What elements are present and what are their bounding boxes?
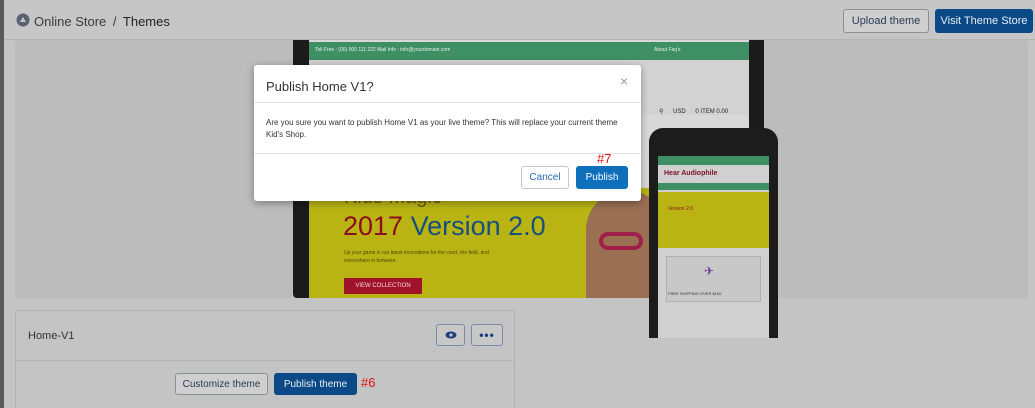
dialog-divider-bottom bbox=[254, 153, 641, 154]
site-topbar: Toll Free : (00) 000 111 222 Mail Info :… bbox=[309, 42, 749, 60]
dialog-message: Are you sure you want to publish Home V1… bbox=[266, 118, 618, 139]
site-header-icons: ⚲ USD 0 ITEM 0.00 bbox=[659, 108, 728, 115]
hero-year: 2017 bbox=[343, 211, 404, 241]
annotation-step-7: #7 bbox=[597, 151, 612, 166]
currency-label: USD bbox=[673, 109, 686, 115]
visit-theme-store-button[interactable]: Visit Theme Store bbox=[935, 9, 1033, 33]
card-divider bbox=[16, 360, 514, 361]
hero-title: 2017 Version 2.0 bbox=[343, 211, 546, 242]
phone-shipping-text: FREE SHIPPING OVER $150 bbox=[668, 291, 722, 296]
theme-name: Home-V1 bbox=[28, 330, 75, 342]
hero-version: Version 2.0 bbox=[410, 211, 546, 241]
publish-theme-button[interactable]: Publish theme bbox=[274, 373, 357, 395]
hero-image-glasses bbox=[599, 232, 643, 250]
breadcrumb: Online Store / Themes bbox=[34, 14, 170, 29]
upload-theme-button[interactable]: Upload theme bbox=[843, 9, 929, 33]
breadcrumb-parent[interactable]: Online Store bbox=[34, 14, 106, 29]
theme-card: Home-V1 ••• Customize theme Publish them… bbox=[15, 310, 515, 408]
top-bar: Online Store / Themes Upload theme Visit… bbox=[4, 0, 1035, 40]
phone-logo: Hear Audiophile bbox=[664, 170, 718, 177]
breadcrumb-separator: / bbox=[112, 14, 117, 29]
more-actions-button[interactable]: ••• bbox=[471, 324, 503, 346]
eye-icon bbox=[445, 331, 456, 339]
hero-subtitle: Up your game in our latest innovations f… bbox=[344, 250, 489, 264]
cart-label: 0 ITEM 0.00 bbox=[695, 109, 729, 115]
publish-button[interactable]: Publish bbox=[576, 166, 628, 189]
site-topbar-contact: Toll Free : (00) 000 111 222 Mail Info :… bbox=[315, 47, 451, 53]
phone-topbar bbox=[658, 156, 769, 165]
dialog-divider-top bbox=[254, 102, 641, 103]
online-store-icon bbox=[16, 13, 30, 27]
publish-dialog: Publish Home V1? × Are you sure you want… bbox=[254, 65, 641, 201]
left-rail bbox=[0, 0, 4, 408]
annotation-step-6: #6 bbox=[361, 375, 376, 390]
close-icon[interactable]: × bbox=[620, 73, 628, 89]
cancel-button[interactable]: Cancel bbox=[521, 166, 569, 189]
airplane-icon: ✈ bbox=[704, 264, 715, 278]
customize-theme-button[interactable]: Customize theme bbox=[175, 373, 268, 395]
preview-theme-button[interactable] bbox=[436, 324, 465, 346]
view-collection-button: VIEW COLLECTION bbox=[344, 278, 422, 294]
phone-hero-text: Version 2.0 bbox=[668, 206, 694, 212]
phone-mockup: Hear Audiophile Version 2.0 ✈ FREE SHIPP… bbox=[649, 128, 778, 338]
phone-nav-bar bbox=[658, 183, 769, 190]
dialog-title: Publish Home V1? bbox=[266, 79, 374, 94]
phone-screen: Hear Audiophile Version 2.0 ✈ FREE SHIPP… bbox=[658, 156, 769, 338]
search-icon: ⚲ bbox=[659, 109, 664, 115]
page-title: Themes bbox=[122, 14, 170, 29]
site-topbar-links: About Faq's bbox=[654, 47, 681, 53]
phone-hero bbox=[658, 192, 769, 248]
